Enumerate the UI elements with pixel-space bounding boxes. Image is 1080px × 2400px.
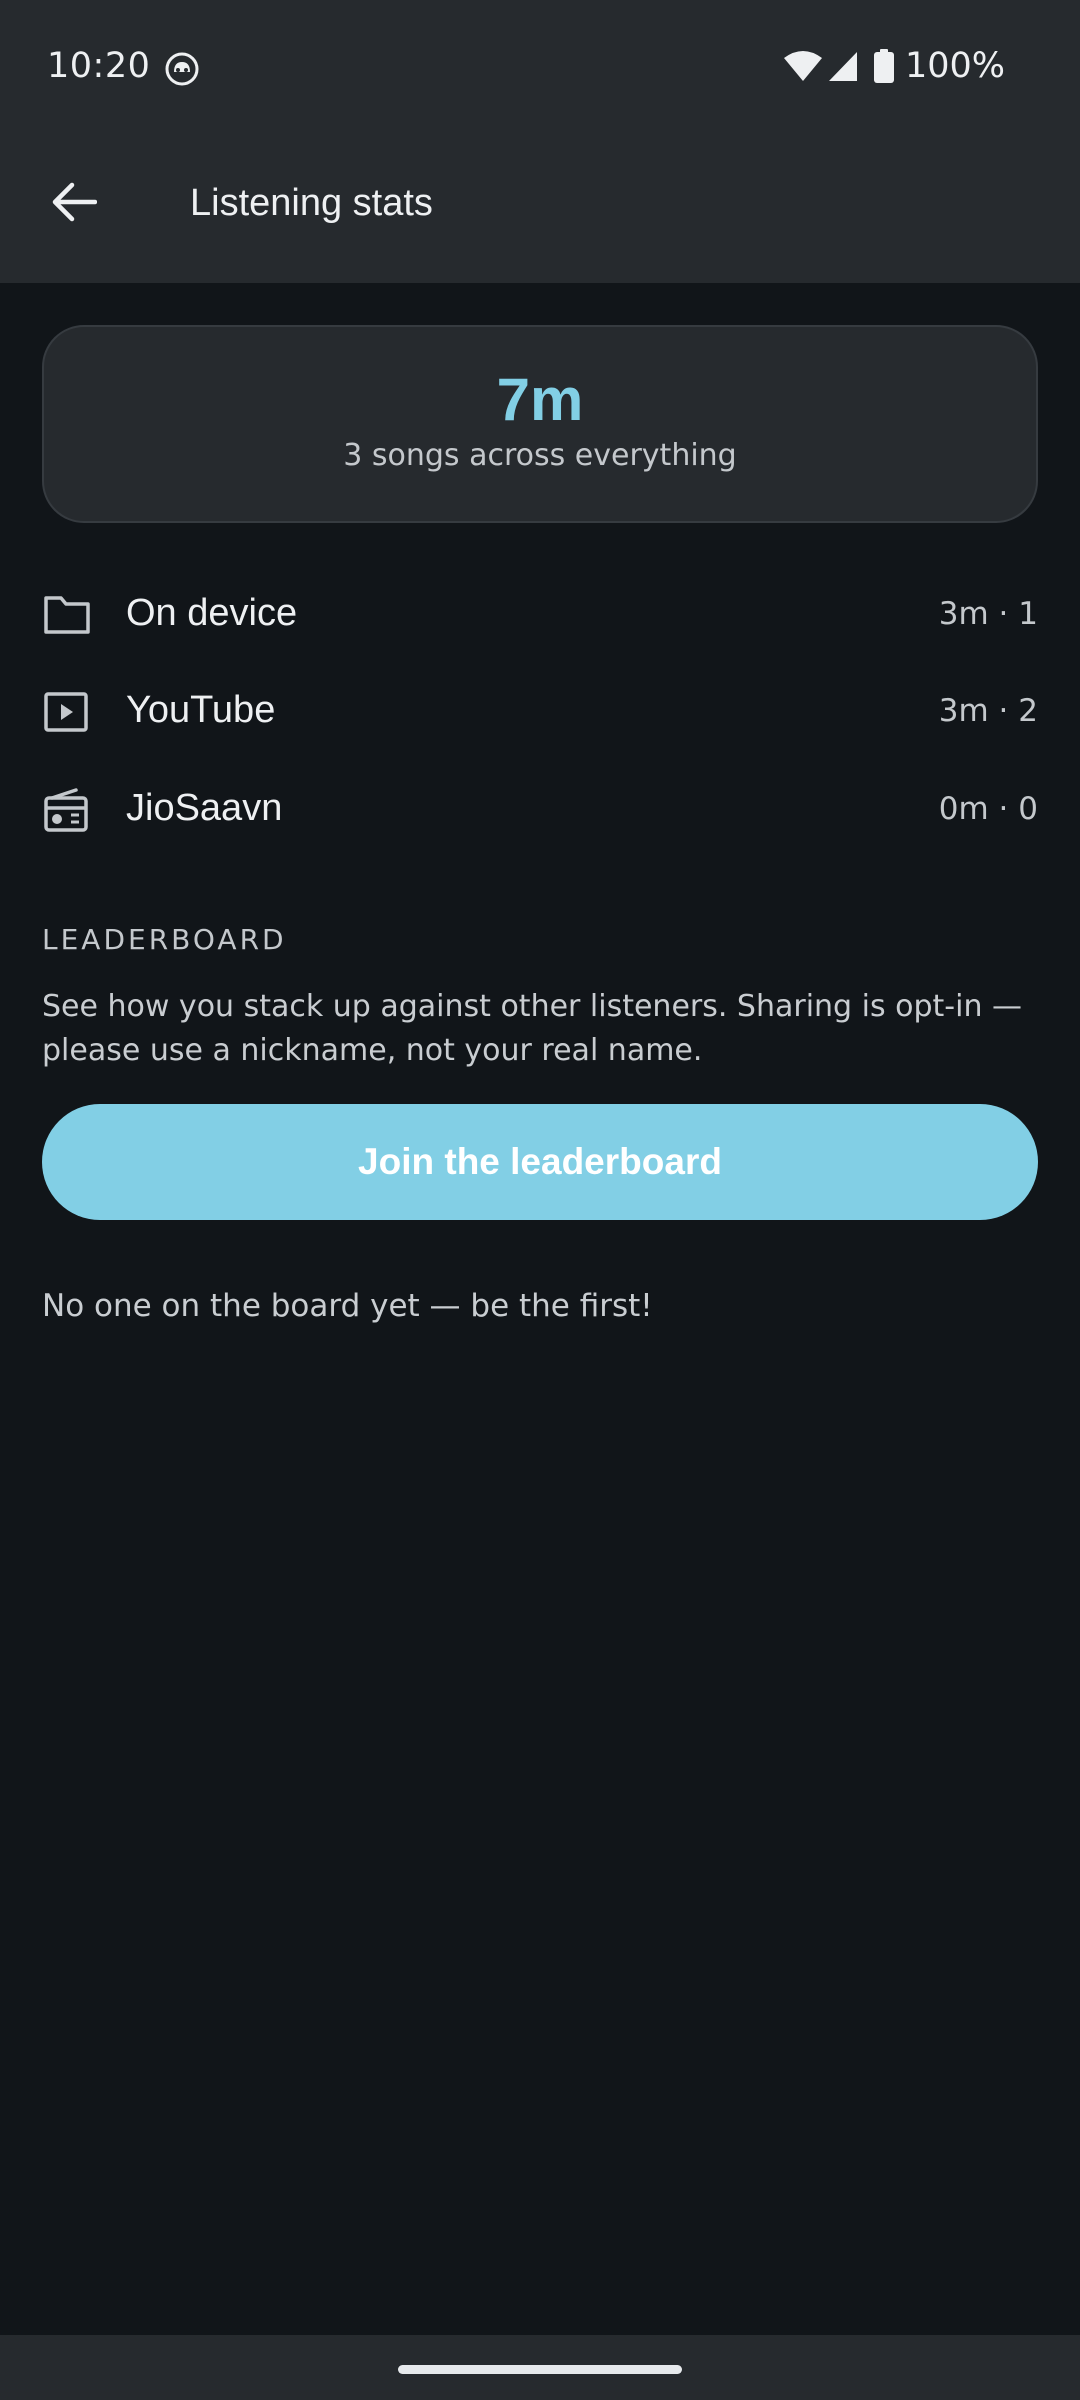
leaderboard-heading: LEADERBOARD xyxy=(42,923,287,956)
arrow-back-icon xyxy=(52,182,97,222)
play-box-icon xyxy=(44,692,88,732)
wifi-icon xyxy=(783,51,822,81)
source-stat: 3m · 1 xyxy=(938,596,1038,632)
status-time: 10:20 xyxy=(47,46,151,86)
back-button[interactable] xyxy=(40,168,108,236)
cellular-signal-icon xyxy=(828,52,857,81)
home-gesture-handle[interactable] xyxy=(398,2365,682,2374)
system-navigation-bar xyxy=(0,2335,1080,2400)
battery-percentage: 100% xyxy=(904,46,1005,86)
app-notification-icon xyxy=(165,52,199,86)
leaderboard-empty-state: No one on the board yet — be the first! xyxy=(42,1288,653,1324)
total-listening-time: 7m xyxy=(496,366,584,433)
source-name: YouTube xyxy=(126,689,276,731)
folder-icon xyxy=(44,596,90,634)
source-row-jiosaavn: JioSaavn 0m · 0 xyxy=(42,775,1038,845)
summary-subtitle: 3 songs across everything xyxy=(343,438,737,473)
source-name: On device xyxy=(126,592,298,634)
source-stat: 0m · 0 xyxy=(938,791,1038,827)
source-row-on-device: On device 3m · 1 xyxy=(42,580,1038,650)
leaderboard-description: See how you stack up against other liste… xyxy=(42,989,1023,1068)
page-title: Listening stats xyxy=(190,182,433,224)
summary-card: 7m 3 songs across everything xyxy=(42,325,1038,523)
source-stat: 3m · 2 xyxy=(938,693,1038,729)
battery-icon xyxy=(873,49,894,83)
source-row-youtube: YouTube 3m · 2 xyxy=(42,677,1038,747)
join-leaderboard-button[interactable]: Join the leaderboard xyxy=(42,1104,1038,1220)
join-leaderboard-label: Join the leaderboard xyxy=(358,1141,722,1182)
status-indicators: 100% xyxy=(783,46,1005,86)
status-bar: 10:20 100% xyxy=(0,0,1080,138)
radio-icon xyxy=(44,788,88,832)
source-name: JioSaavn xyxy=(126,787,283,829)
app-bar: Listening stats xyxy=(0,138,1080,283)
